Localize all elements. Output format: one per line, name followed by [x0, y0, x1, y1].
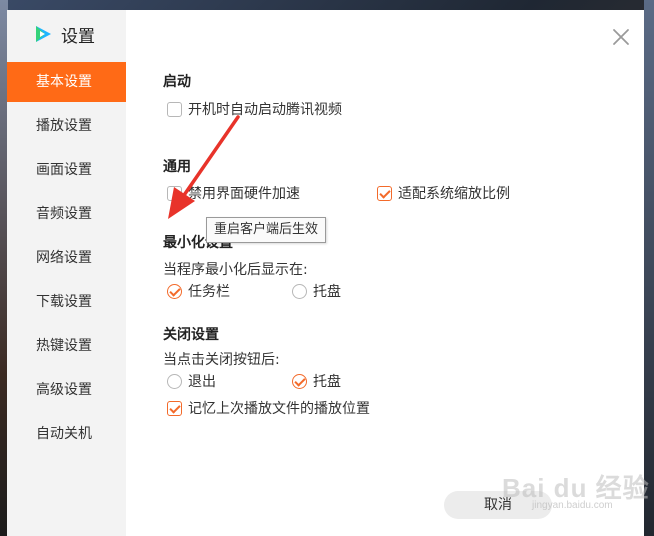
remember-position-checkbox[interactable]: 记忆上次播放文件的播放位置 — [167, 398, 370, 418]
close-icon[interactable] — [611, 27, 631, 47]
radio-circle[interactable] — [167, 373, 182, 389]
sidebar-item-picture[interactable]: 画面设置 — [7, 150, 126, 194]
radio-circle[interactable] — [167, 283, 182, 299]
checkbox-box[interactable] — [377, 185, 392, 201]
minimize-caption: 当程序最小化后显示在: — [163, 262, 308, 278]
dialog-header: 设置 — [33, 20, 95, 48]
section-title-close: 关闭设置 — [163, 327, 219, 343]
radio-circle[interactable] — [292, 373, 307, 389]
checkbox-label: 适配系统缩放比例 — [398, 186, 510, 202]
minimize-to-tray-radio[interactable]: 托盘 — [292, 281, 341, 301]
radio-label: 任务栏 — [188, 284, 230, 300]
sidebar-item-hotkeys[interactable]: 热键设置 — [7, 326, 126, 370]
checkbox-label: 记忆上次播放文件的播放位置 — [188, 401, 370, 417]
radio-label: 退出 — [188, 374, 216, 390]
fit-scaling-checkbox[interactable]: 适配系统缩放比例 — [377, 183, 510, 203]
sidebar-item-auto-shutdown[interactable]: 自动关机 — [7, 414, 126, 458]
sidebar-item-download[interactable]: 下载设置 — [7, 282, 126, 326]
checkbox-box[interactable] — [167, 400, 182, 416]
sidebar-nav: 基本设置 播放设置 画面设置 音频设置 网络设置 下载设置 热键设置 高级设置 … — [7, 62, 126, 458]
radio-circle[interactable] — [292, 283, 307, 299]
sidebar-item-basic[interactable]: 基本设置 — [7, 62, 126, 102]
settings-dialog: 设置 基本设置 播放设置 画面设置 音频设置 网络设置 下载设置 热键设置 高级… — [7, 10, 644, 536]
sidebar-item-network[interactable]: 网络设置 — [7, 238, 126, 282]
red-arrow-icon — [168, 115, 240, 219]
radio-label: 托盘 — [313, 374, 341, 390]
close-tray-radio[interactable]: 托盘 — [292, 371, 341, 391]
sidebar: 设置 基本设置 播放设置 画面设置 音频设置 网络设置 下载设置 热键设置 高级… — [7, 10, 126, 536]
sidebar-item-playback[interactable]: 播放设置 — [7, 106, 126, 150]
minimize-to-taskbar-radio[interactable]: 任务栏 — [167, 281, 230, 301]
section-title-startup: 启动 — [163, 74, 191, 90]
dialog-title: 设置 — [61, 26, 95, 47]
background-strip-right — [644, 0, 654, 536]
close-exit-radio[interactable]: 退出 — [167, 371, 216, 391]
baidu-watermark-url: jingyan.baidu.com — [532, 500, 613, 511]
sidebar-item-audio[interactable]: 音频设置 — [7, 194, 126, 238]
radio-label: 托盘 — [313, 284, 341, 300]
sidebar-item-advanced[interactable]: 高级设置 — [7, 370, 126, 414]
tencent-video-logo-icon — [36, 26, 51, 42]
close-caption: 当点击关闭按钮后: — [163, 352, 280, 368]
